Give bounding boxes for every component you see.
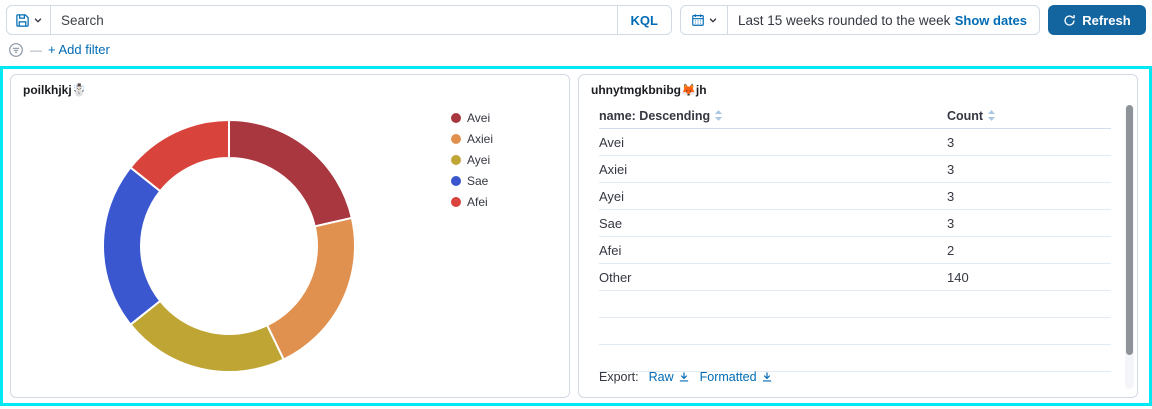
cell-count: 3 [947, 188, 955, 204]
table-row: Avei 3 [599, 129, 1111, 156]
table-panel-title[interactable]: uhnytmgkbnibg🦊jh [591, 83, 707, 97]
pie-chart-panel: poilkhjkj☃️ Avei Axiei Ayei Sae Afei [10, 74, 570, 398]
column-header-name[interactable]: name: Descending [599, 109, 947, 123]
cell-count: 3 [947, 161, 955, 177]
cell-name: Axiei [599, 161, 628, 177]
legend-label: Afei [467, 195, 488, 209]
sort-icon [714, 110, 723, 121]
calendar-icon [691, 13, 705, 27]
date-picker: Last 15 weeks rounded to the week Show d… [680, 5, 1040, 35]
legend-label: Axiei [467, 132, 494, 146]
legend-label: Avei [467, 111, 491, 125]
export-formatted-label: Formatted [699, 370, 757, 384]
table-row: Axiei 3 [599, 156, 1111, 183]
cell-name: Other [599, 269, 632, 285]
data-table: name: Descending Count Avei 3 Axiei 3 Ay… [599, 103, 1111, 372]
sort-icon [987, 110, 996, 121]
table-header-row: name: Descending Count [599, 103, 1111, 129]
table-row: Afei 2 [599, 237, 1111, 264]
save-icon [15, 13, 30, 28]
cell-name: Sae [599, 215, 623, 231]
table-row: Other 140 [599, 264, 1111, 291]
legend-dot [451, 197, 461, 207]
filter-bar: — + Add filter [0, 35, 1152, 63]
donut-slice-Sae[interactable] [102, 166, 162, 326]
table-scrollbar-thumb[interactable] [1126, 105, 1133, 355]
search-bar: KQL [6, 5, 672, 35]
column-header-count-label: Count [947, 108, 984, 123]
legend-dot [451, 113, 461, 123]
refresh-button-label: Refresh [1082, 12, 1131, 28]
download-icon [678, 371, 690, 383]
legend-dot [451, 176, 461, 186]
legend-dot [451, 155, 461, 165]
donut-slice-Axiei[interactable] [265, 216, 356, 361]
export-formatted-link[interactable]: Formatted [700, 370, 773, 384]
search-input[interactable] [51, 6, 617, 34]
saved-query-menu-button[interactable] [7, 6, 51, 34]
chart-legend: Avei Axiei Ayei Sae Afei [451, 111, 493, 209]
date-quick-select-button[interactable] [681, 6, 728, 34]
table-empty-row [599, 345, 1111, 372]
cell-name: Afei [599, 242, 622, 258]
download-icon [761, 371, 773, 383]
donut-chart[interactable] [99, 116, 359, 376]
legend-label: Ayei [467, 153, 491, 167]
cell-count: 2 [947, 242, 955, 258]
export-raw-label: Raw [648, 370, 674, 384]
legend-item[interactable]: Afei [451, 195, 493, 209]
chevron-down-icon [708, 15, 718, 25]
refresh-button[interactable]: Refresh [1048, 5, 1146, 35]
query-bar: KQL Last 15 weeks rounded to the week Sh… [0, 0, 1152, 35]
chevron-down-icon [33, 15, 43, 25]
export-footer: Export: Raw Formatted [599, 370, 773, 384]
kql-language-button[interactable]: KQL [616, 6, 671, 34]
legend-item[interactable]: Ayei [451, 153, 493, 167]
table-scrollbar-track[interactable] [1125, 105, 1134, 389]
legend-item[interactable]: Sae [451, 174, 493, 188]
cell-count: 3 [947, 215, 955, 231]
table-empty-row [599, 318, 1111, 345]
donut-slice-Afei[interactable] [129, 118, 230, 193]
table-row: Sae 3 [599, 210, 1111, 237]
refresh-icon [1063, 14, 1076, 27]
legend-item[interactable]: Axiei [451, 132, 493, 146]
add-filter-button[interactable]: + Add filter [48, 42, 110, 57]
donut-slice-Ayei[interactable] [129, 299, 286, 373]
cell-count: 3 [947, 134, 955, 150]
cell-name: Avei [599, 134, 625, 150]
export-label: Export: [599, 370, 639, 384]
pie-panel-title[interactable]: poilkhjkj☃️ [23, 83, 87, 97]
data-table-panel: uhnytmgkbnibg🦊jh name: Descending Count [578, 74, 1138, 398]
column-header-count[interactable]: Count [947, 109, 1111, 123]
table-row: Ayei 3 [599, 183, 1111, 210]
legend-label: Sae [467, 174, 489, 188]
show-dates-button[interactable]: Show dates [955, 13, 1039, 28]
column-header-name-label: name: Descending [599, 108, 711, 123]
legend-item[interactable]: Avei [451, 111, 493, 125]
filter-divider: — [30, 42, 42, 57]
cell-count: 140 [947, 269, 969, 285]
date-range-text[interactable]: Last 15 weeks rounded to the week [728, 13, 955, 28]
cell-name: Ayei [599, 188, 625, 204]
legend-dot [451, 134, 461, 144]
export-raw-link[interactable]: Raw [649, 370, 690, 384]
donut-slice-Avei[interactable] [228, 118, 354, 228]
filter-options-icon[interactable] [8, 42, 24, 58]
dashboard-section: poilkhjkj☃️ Avei Axiei Ayei Sae Afei uhn… [0, 66, 1152, 406]
table-empty-row [599, 291, 1111, 318]
